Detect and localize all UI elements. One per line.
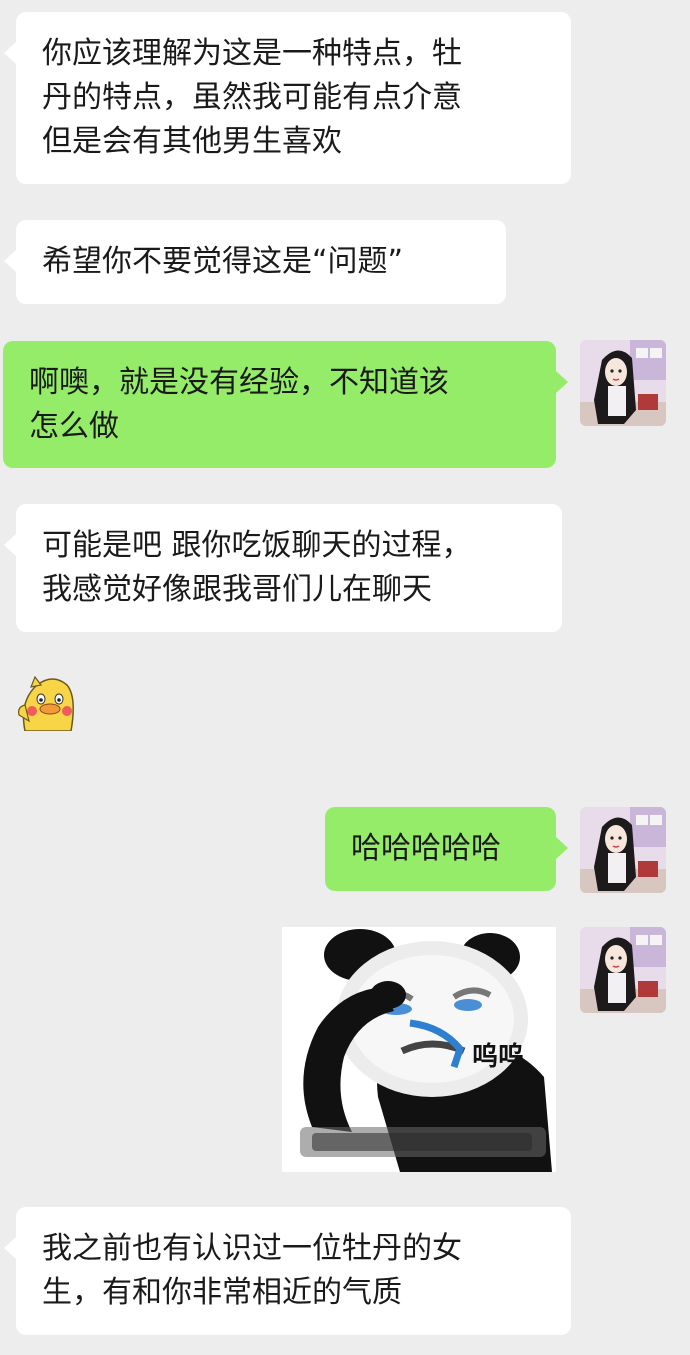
message-text: 可能是吧 跟你吃饭聊天的过程， 我感觉好像跟我哥们儿在聊天 [42, 528, 472, 607]
user-avatar[interactable] [580, 340, 666, 426]
message-bubble-incoming[interactable]: 我之前也有认识过一位牡丹的女 生，有和你非常相近的气质 [4, 1207, 571, 1335]
girl-avatar-icon [580, 340, 666, 426]
message-text: 哈哈哈哈哈 [351, 831, 501, 866]
duck-sticker-icon [18, 675, 74, 732]
message-text: 你应该理解为这是一种特点，牡 丹的特点，虽然我可能有点介意 但是会有其他男生喜欢 [42, 36, 462, 159]
message-bubble-incoming[interactable]: 你应该理解为这是一种特点，牡 丹的特点，虽然我可能有点介意 但是会有其他男生喜欢 [4, 12, 571, 184]
crying-panda-meme-icon: 呜呜 [282, 927, 556, 1172]
girl-avatar-icon [580, 927, 666, 1013]
message-bubble-incoming[interactable]: 可能是吧 跟你吃饭聊天的过程， 我感觉好像跟我哥们儿在聊天 [4, 504, 562, 632]
message-bubble-incoming[interactable]: 希望你不要觉得这是“问题” [4, 220, 506, 304]
sticker-message[interactable] [15, 665, 79, 732]
user-avatar[interactable] [580, 927, 666, 1013]
message-bubble-outgoing[interactable]: 啊噢，就是没有经验，不知道该 怎么做 [3, 341, 568, 468]
message-bubble-outgoing[interactable]: 哈哈哈哈哈 [325, 807, 568, 891]
message-text: 我之前也有认识过一位牡丹的女 生，有和你非常相近的气质 [42, 1231, 462, 1310]
girl-avatar-icon [580, 807, 666, 893]
sticker-message[interactable]: 呜呜 [282, 927, 556, 1172]
sticker-caption: 呜呜 [472, 1042, 524, 1072]
message-text: 希望你不要觉得这是“问题” [42, 244, 404, 279]
user-avatar[interactable] [580, 807, 666, 893]
message-text: 啊噢，就是没有经验，不知道该 怎么做 [29, 365, 449, 444]
